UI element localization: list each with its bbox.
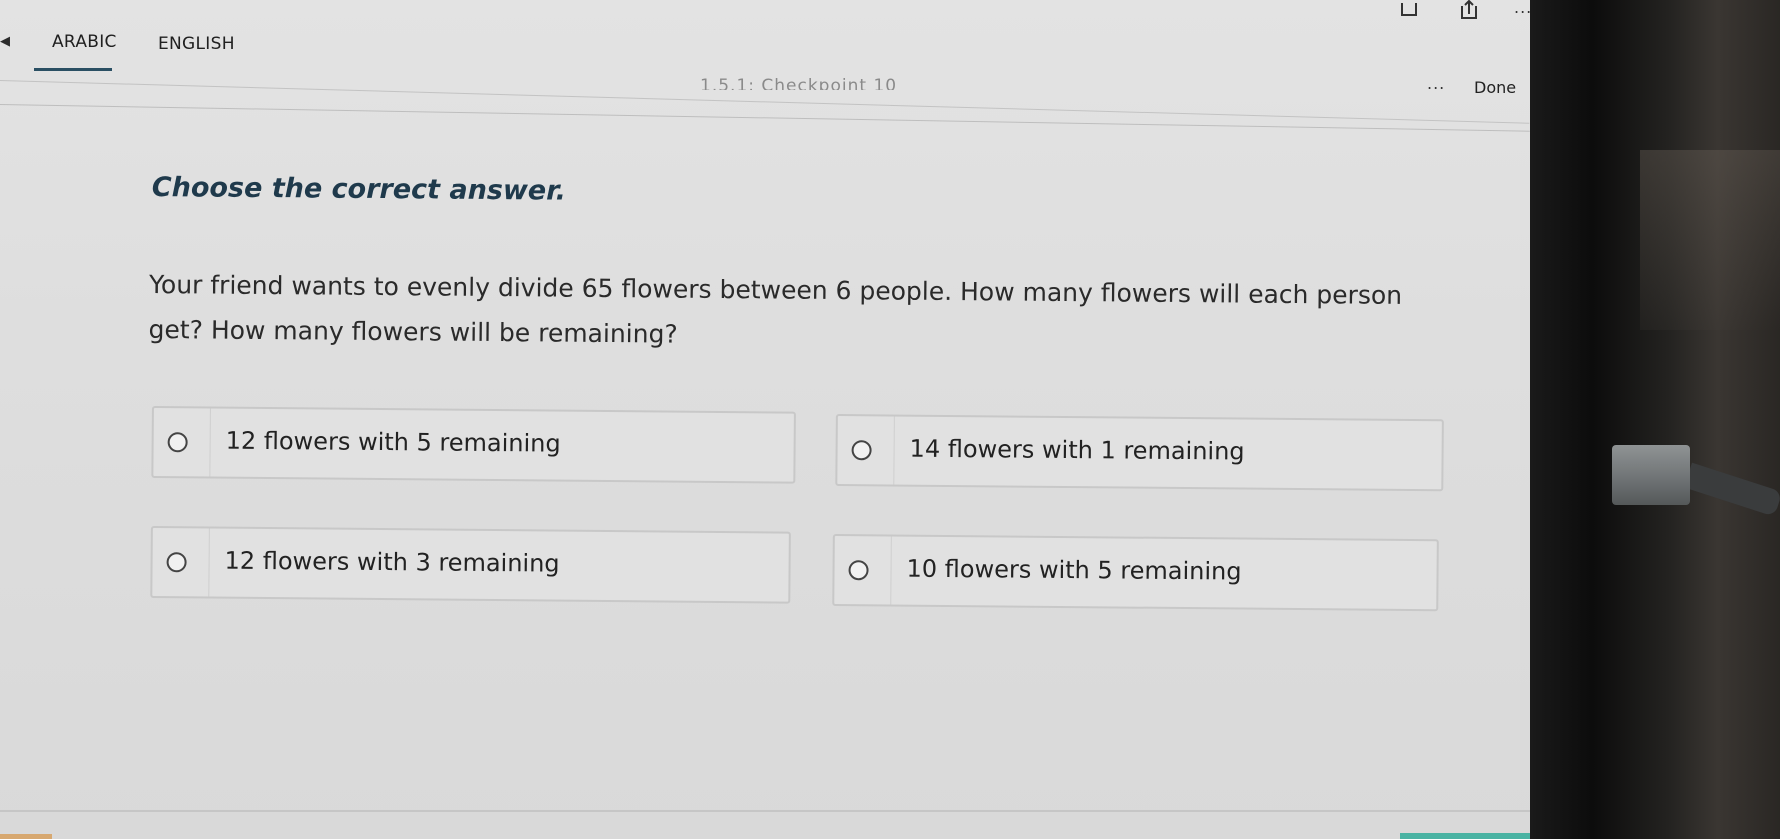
answer-option-d[interactable]: 10 flowers with 5 remaining xyxy=(832,533,1439,612)
app-screen: ◀ ARABIC ENGLISH ... 1.5.1: Checkpoint 1… xyxy=(0,0,1531,839)
tab-arabic[interactable]: ARABIC xyxy=(52,32,117,52)
bottom-divider xyxy=(0,810,1530,812)
radio-button-icon[interactable] xyxy=(848,560,869,581)
question-panel: Choose the correct answer. Your friend w… xyxy=(148,172,1450,612)
answer-option-a[interactable]: 12 flowers with 5 remaining xyxy=(151,406,796,484)
bottom-accent-left xyxy=(0,834,52,839)
answer-label: 12 flowers with 5 remaining xyxy=(225,426,561,458)
answer-label: 14 flowers with 1 remaining xyxy=(909,434,1245,466)
page-title: 1.5.1: Checkpoint 10 xyxy=(700,76,898,90)
answer-label: 12 flowers with 3 remaining xyxy=(224,546,560,578)
share-icon[interactable] xyxy=(1458,0,1480,20)
done-button[interactable]: Done xyxy=(1474,78,1516,97)
answer-label: 10 flowers with 5 remaining xyxy=(906,554,1242,586)
more-options-icon[interactable]: ... xyxy=(1427,74,1445,93)
device-bezel xyxy=(1530,0,1780,839)
top-bar: ◀ ARABIC ENGLISH ... 1.5.1: Checkpoint 1… xyxy=(0,0,1531,97)
answer-option-b[interactable]: 14 flowers with 1 remaining xyxy=(835,413,1444,492)
answer-option-c[interactable]: 12 flowers with 3 remaining xyxy=(150,526,791,604)
content-divider xyxy=(0,104,1530,132)
radio-button-icon[interactable] xyxy=(851,440,872,461)
radio-button-icon[interactable] xyxy=(166,552,187,573)
instruction-heading: Choose the correct answer. xyxy=(151,172,567,207)
usb-plug xyxy=(1612,445,1690,505)
back-icon[interactable]: ◀ xyxy=(0,34,14,49)
active-tab-indicator xyxy=(34,68,112,71)
bottom-accent-bar xyxy=(1400,833,1530,839)
bezel-reflection xyxy=(1640,150,1780,330)
radio-cell xyxy=(834,535,892,605)
question-text: Your friend wants to evenly divide 65 fl… xyxy=(148,269,1403,349)
tab-english[interactable]: ENGLISH xyxy=(158,34,235,54)
radio-cell xyxy=(153,408,211,477)
radio-cell xyxy=(152,528,210,597)
radio-button-icon[interactable] xyxy=(167,432,188,453)
radio-cell xyxy=(837,416,895,485)
bookmark-icon[interactable] xyxy=(1400,2,1418,16)
